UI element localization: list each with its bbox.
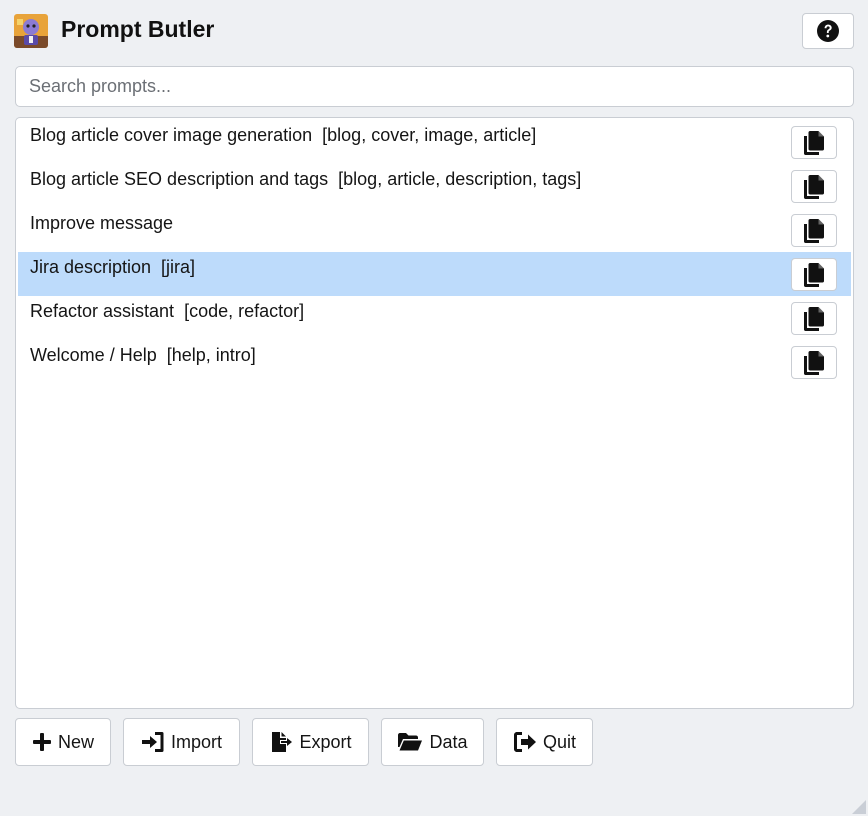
prompt-row[interactable]: Blog article cover image generation [blo… — [18, 120, 851, 164]
prompt-row[interactable]: Refactor assistant [code, refactor] — [18, 296, 851, 340]
help-button[interactable] — [802, 13, 854, 49]
new-button[interactable]: New — [15, 718, 111, 766]
prompt-list: Blog article cover image generation [blo… — [15, 117, 854, 709]
butler-logo-icon — [14, 14, 48, 48]
copy-prompt-button[interactable] — [791, 170, 837, 203]
quit-button[interactable]: Quit — [496, 718, 593, 766]
quit-button-label: Quit — [542, 731, 576, 752]
prompt-label: Blog article SEO description and tags [b… — [30, 169, 582, 189]
prompt-label: Refactor assistant [code, refactor] — [30, 301, 305, 321]
app-title: Prompt Butler — [61, 16, 215, 42]
plus-icon — [32, 733, 51, 751]
export-button-label: Export — [299, 731, 352, 752]
file-export-icon — [272, 732, 293, 752]
data-button[interactable]: Data — [381, 718, 484, 766]
prompt-label: Improve message — [30, 213, 174, 233]
search-input[interactable] — [15, 66, 854, 107]
prompt-label: Jira description [jira] — [30, 257, 196, 277]
prompt-row[interactable]: Blog article SEO description and tags [b… — [18, 164, 851, 208]
copy-icon — [804, 218, 824, 243]
prompt-label: Blog article cover image generation [blo… — [30, 125, 537, 145]
resize-grip-icon[interactable] — [852, 800, 866, 814]
copy-icon — [804, 306, 824, 331]
new-button-label: New — [57, 731, 94, 752]
copy-icon — [804, 174, 824, 199]
sign-out-icon — [513, 732, 536, 752]
copy-prompt-button[interactable] — [791, 214, 837, 247]
copy-prompt-button[interactable] — [791, 126, 837, 159]
copy-prompt-button[interactable] — [791, 302, 837, 335]
prompt-label: Welcome / Help [help, intro] — [30, 345, 256, 365]
export-button[interactable]: Export — [252, 718, 369, 766]
copy-prompt-button[interactable] — [791, 258, 837, 291]
import-button[interactable]: Import — [123, 718, 240, 766]
prompt-row[interactable]: Welcome / Help [help, intro] — [18, 340, 851, 384]
folder-open-icon — [398, 733, 423, 751]
prompt-butler-window: Prompt Butler Blog article cover image g… — [0, 0, 868, 816]
data-button-label: Data — [429, 731, 468, 752]
copy-prompt-button[interactable] — [791, 346, 837, 379]
header: Prompt Butler — [14, 13, 854, 51]
copy-icon — [804, 350, 824, 375]
prompt-row[interactable]: Jira description [jira] — [18, 252, 851, 296]
prompt-row[interactable]: Improve message — [18, 208, 851, 252]
import-icon — [141, 732, 164, 752]
copy-icon — [804, 262, 824, 287]
question-circle-icon — [817, 20, 839, 42]
import-button-label: Import — [170, 731, 222, 752]
copy-icon — [804, 130, 824, 155]
